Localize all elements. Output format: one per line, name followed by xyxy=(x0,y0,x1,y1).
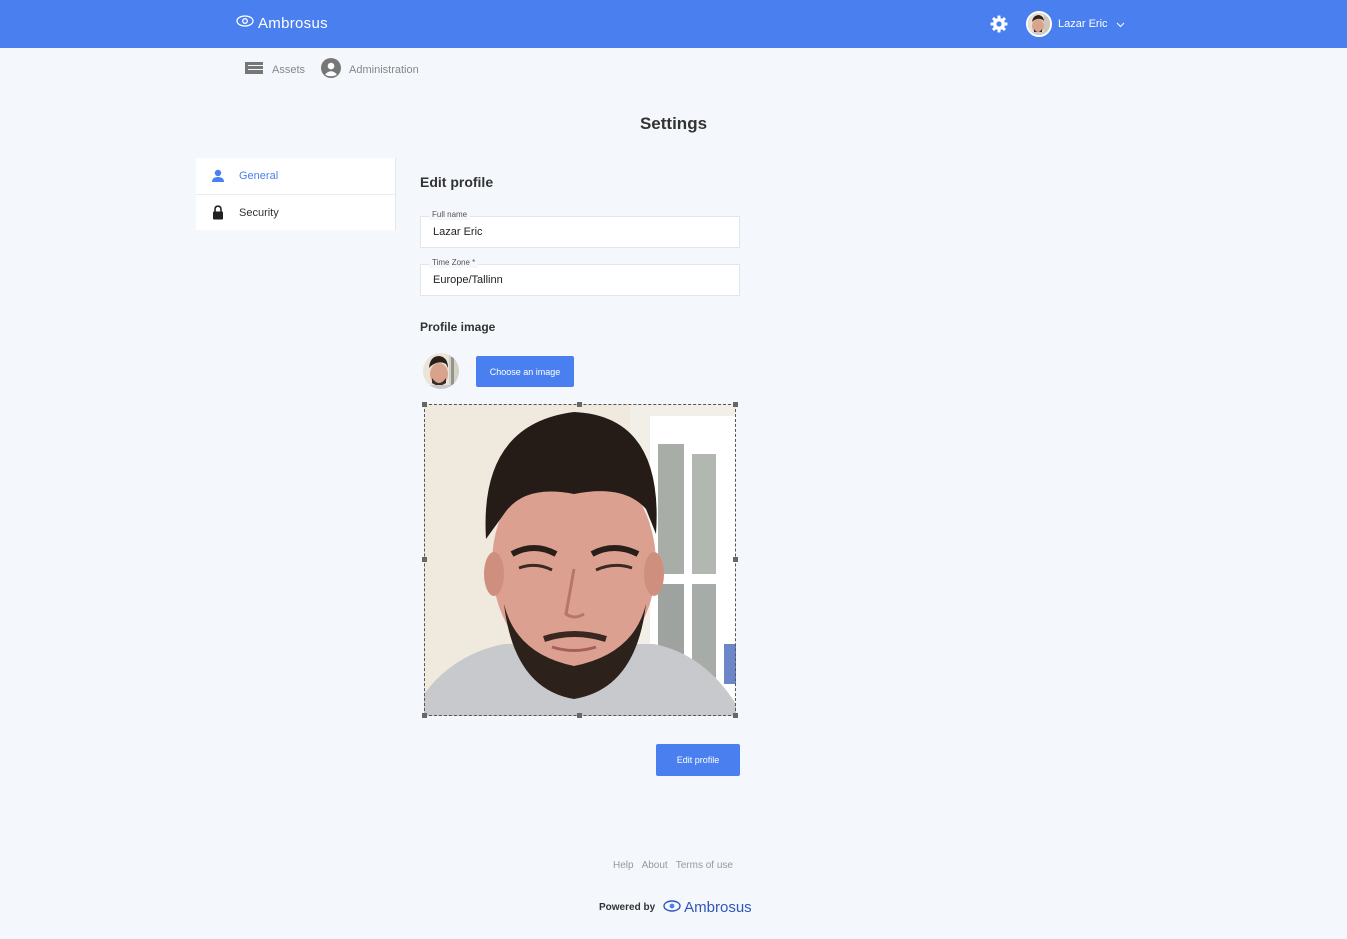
eye-logo-icon xyxy=(236,14,254,32)
crop-handle-bottom-right[interactable] xyxy=(733,713,738,718)
page-title: Settings xyxy=(639,114,708,133)
crop-handle-bottom-left[interactable] xyxy=(422,713,427,718)
powered-by: Powered by Ambrosus xyxy=(599,899,752,916)
choose-image-button[interactable]: Choose an image xyxy=(476,356,574,387)
sidebar-item-security[interactable]: Security xyxy=(196,194,395,230)
footer-link-about[interactable]: About xyxy=(642,860,668,871)
nav-administration-label: Administration xyxy=(349,63,419,76)
timezone-field[interactable]: Time Zone * xyxy=(420,258,740,296)
brand-name: Ambrosus xyxy=(258,14,328,32)
crop-handle-right[interactable] xyxy=(733,557,738,562)
crop-selection[interactable] xyxy=(422,402,738,718)
account-circle-icon xyxy=(321,58,342,81)
edit-profile-heading: Edit profile xyxy=(420,174,494,190)
brand-logo[interactable]: Ambrosus xyxy=(236,14,328,32)
footer-link-help[interactable]: Help xyxy=(613,860,634,871)
lock-icon xyxy=(208,205,228,220)
user-icon xyxy=(208,169,228,183)
gear-icon xyxy=(990,15,1008,33)
settings-sidebar: General Security xyxy=(196,158,396,230)
sidebar-item-general[interactable]: General xyxy=(196,158,395,194)
sidebar-item-label: General xyxy=(239,170,279,182)
footer-brand-name: Ambrosus xyxy=(684,899,752,916)
avatar xyxy=(1026,11,1052,37)
full-name-input[interactable] xyxy=(421,217,739,247)
nav-administration[interactable]: Administration xyxy=(321,58,419,81)
top-bar: Ambrosus Lazar Eric xyxy=(0,0,1347,48)
edit-profile-button[interactable]: Edit profile xyxy=(656,744,740,776)
profile-image-preview xyxy=(423,353,459,389)
sidebar-item-label: Security xyxy=(239,206,279,219)
secondary-nav: Assets Administration xyxy=(244,58,435,81)
eye-logo-icon xyxy=(663,899,681,916)
footer-brand-logo[interactable]: Ambrosus xyxy=(663,899,752,916)
footer-link-terms[interactable]: Terms of use xyxy=(676,860,733,871)
nav-assets[interactable]: Assets xyxy=(244,60,305,79)
crop-handle-left[interactable] xyxy=(422,557,427,562)
chevron-down-icon xyxy=(1116,15,1125,33)
crop-handle-top-right[interactable] xyxy=(733,402,738,407)
profile-image-heading: Profile image xyxy=(420,320,496,334)
powered-by-label: Powered by xyxy=(599,902,656,913)
user-name: Lazar Eric xyxy=(1058,18,1108,30)
timezone-label: Time Zone * xyxy=(429,258,479,268)
crop-handle-bottom[interactable] xyxy=(577,713,582,718)
settings-button[interactable] xyxy=(989,14,1009,34)
full-name-label: Full name xyxy=(429,210,471,220)
assets-icon xyxy=(244,60,264,79)
full-name-field[interactable]: Full name xyxy=(420,210,740,248)
user-menu[interactable]: Lazar Eric xyxy=(1026,11,1125,37)
crop-handle-top[interactable] xyxy=(577,402,582,407)
timezone-input[interactable] xyxy=(421,265,739,295)
crop-handle-top-left[interactable] xyxy=(422,402,427,407)
footer-links: Help About Terms of use xyxy=(613,860,733,871)
nav-assets-label: Assets xyxy=(272,63,306,76)
